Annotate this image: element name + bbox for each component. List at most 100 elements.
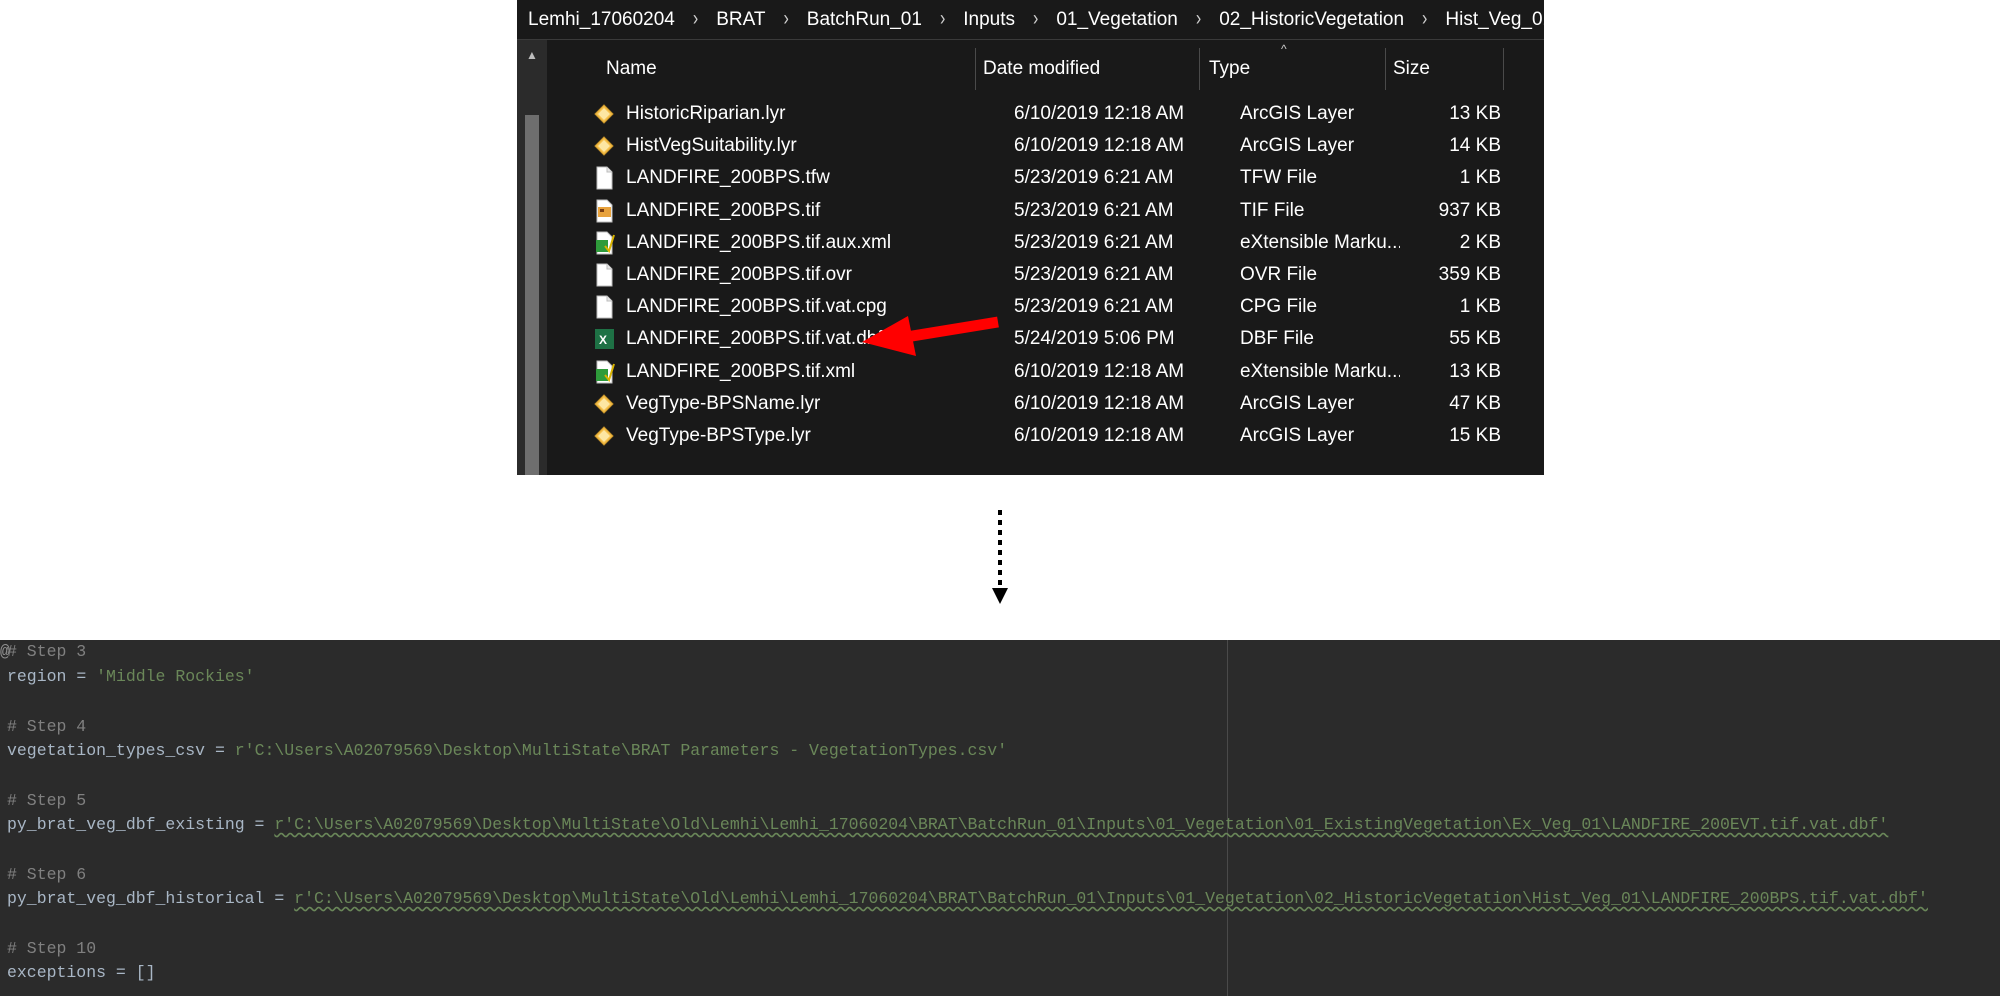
file-size: 13 KB (1449, 360, 1501, 382)
file-row[interactable]: LANDFIRE_200BPS.tif.xml 6/10/2019 12:18 A… (547, 356, 1544, 388)
chevron-right-icon: › (783, 7, 789, 30)
file-date-modified: 6/10/2019 12:18 AM (1014, 135, 1185, 157)
code-line: # Step 3 (7, 642, 86, 661)
file-row[interactable]: HistoricRiparian.lyr 6/10/2019 12:18 AM Ar… (547, 98, 1544, 130)
file-size: 47 KB (1449, 392, 1501, 414)
file-name: VegType-BPSName.lyr (626, 392, 821, 414)
image-file-icon (593, 199, 615, 223)
file-date-modified: 5/23/2019 6:21 AM (1014, 167, 1174, 189)
file-name: HistoricRiparian.lyr (626, 103, 786, 124)
code-line: py_brat_veg_dbf_existing = r'C:\Users\A0… (7, 815, 1889, 834)
breadcrumb-item-current[interactable]: Hist_Veg_01 (1445, 9, 1544, 31)
column-divider[interactable] (975, 48, 976, 90)
variable-name: exceptions (7, 963, 107, 982)
string-literal: r'C:\Users\A02079569\Desktop\MultiState\… (294, 889, 1928, 908)
excel-file-icon: X (593, 327, 615, 351)
code-line: # Step 6 (7, 865, 86, 884)
file-row[interactable]: LANDFIRE_200BPS.tif.vat.cpg 5/23/2019 6:2… (547, 291, 1544, 323)
file-row[interactable]: LANDFIRE_200BPS.tif.ovr 5/23/2019 6:21 AM… (547, 259, 1544, 291)
svg-text:X: X (599, 333, 607, 347)
breadcrumb-item[interactable]: BatchRun_01 (807, 9, 922, 31)
breadcrumb-item[interactable]: BRAT (716, 9, 765, 31)
file-size: 14 KB (1449, 135, 1501, 157)
code-line: vegetation_types_csv = r'C:\Users\A02079… (7, 741, 1008, 760)
layer-icon (593, 424, 615, 448)
file-date-modified: 5/23/2019 6:21 AM (1014, 296, 1174, 318)
code-line: # Step 10 (7, 939, 96, 958)
file-size: 359 KB (1438, 264, 1501, 285)
column-header-name[interactable]: Name (606, 58, 657, 80)
file-name: LANDFIRE_200BPS.tif (626, 199, 821, 221)
file-type: eXtensible Marku... (1240, 360, 1400, 382)
file-size: 1 KB (1459, 296, 1501, 318)
code-editor[interactable]: @ # Step 3 region = 'Middle Rockies' # S… (0, 640, 2000, 996)
file-size: 13 KB (1449, 103, 1501, 124)
scroll-up-icon[interactable]: ▲ (517, 40, 547, 70)
xml-file-icon (593, 231, 615, 255)
breadcrumb-item[interactable]: 02_HistoricVegetation (1219, 9, 1404, 31)
file-type: TIF File (1240, 199, 1305, 221)
file-row[interactable]: X LANDFIRE_200BPS.tif.vat.dbf 5/24/2019 5:… (547, 323, 1544, 355)
file-size: 937 KB (1438, 199, 1501, 221)
file-date-modified: 6/10/2019 12:18 AM (1014, 360, 1185, 382)
file-date-modified: 5/23/2019 6:21 AM (1014, 199, 1174, 221)
file-row[interactable]: LANDFIRE_200BPS.tif.aux.xml 5/23/2019 6:2… (547, 227, 1544, 259)
file-type: DBF File (1240, 328, 1314, 350)
variable-name: vegetation_types_csv (7, 741, 206, 760)
chevron-right-icon: › (1422, 7, 1428, 30)
breadcrumb-item[interactable]: 01_Vegetation (1056, 9, 1178, 31)
file-name: HistVegSuitability.lyr (626, 135, 797, 157)
chevron-right-icon: › (939, 7, 946, 30)
dotted-down-arrow-icon (992, 510, 1008, 604)
file-explorer-window: Lemhi_17060204 › BRAT › BatchRun_01 › In… (517, 0, 1544, 475)
code-line: exceptions = [] (7, 963, 156, 982)
file-name: LANDFIRE_200BPS.tfw (626, 167, 830, 189)
blank-file-icon (593, 263, 615, 287)
file-name: LANDFIRE_200BPS.tif.vat.cpg (626, 296, 887, 318)
file-name: LANDFIRE_200BPS.tif.ovr (626, 264, 852, 285)
file-size: 2 KB (1459, 231, 1501, 253)
column-divider[interactable] (1385, 48, 1386, 90)
sort-ascending-icon: ^ (1281, 42, 1287, 56)
column-headers: Name ^ Date modified Type Size (547, 40, 1544, 98)
chevron-right-icon: › (692, 7, 699, 30)
column-header-type[interactable]: Type (1209, 58, 1250, 80)
file-date-modified: 6/10/2019 12:18 AM (1014, 103, 1185, 124)
column-header-date[interactable]: Date modified (983, 58, 1100, 80)
column-header-size[interactable]: Size (1393, 58, 1430, 80)
string-literal: 'Middle Rockies' (96, 667, 255, 686)
column-divider[interactable] (1503, 48, 1504, 90)
file-row[interactable]: LANDFIRE_200BPS.tfw 5/23/2019 6:21 AM TFW … (547, 162, 1544, 194)
code-line: region = 'Middle Rockies' (7, 667, 255, 686)
chevron-right-icon: › (1033, 7, 1039, 30)
file-row[interactable]: LANDFIRE_200BPS.tif 5/23/2019 6:21 AM TIF … (547, 195, 1544, 227)
blank-file-icon (593, 295, 615, 319)
scrollbar-thumb[interactable] (525, 115, 539, 475)
file-date-modified: 6/10/2019 12:18 AM (1014, 392, 1185, 414)
breadcrumb-item[interactable]: Inputs (963, 9, 1015, 31)
file-name: LANDFIRE_200BPS.tif.xml (626, 360, 856, 382)
file-row[interactable]: HistVegSuitability.lyr 6/10/2019 12:18 AM… (547, 130, 1544, 162)
list-literal: [] (135, 963, 156, 982)
layer-icon (593, 392, 615, 416)
layer-icon (593, 102, 615, 126)
file-size: 1 KB (1459, 167, 1501, 189)
string-literal: r'C:\Users\A02079569\Desktop\MultiState\… (274, 815, 1889, 834)
file-row[interactable]: VegType-BPSType.lyr 6/10/2019 12:18 AM Arc… (547, 420, 1544, 452)
file-date-modified: 5/23/2019 6:21 AM (1014, 231, 1174, 253)
file-name: LANDFIRE_200BPS.tif.vat.dbf (626, 328, 883, 350)
code-line: # Step 4 (7, 717, 86, 736)
column-divider[interactable] (1199, 48, 1200, 90)
vertical-scrollbar[interactable]: ▲ (517, 40, 547, 475)
file-size: 15 KB (1449, 425, 1501, 446)
breadcrumb-item[interactable]: Lemhi_17060204 (528, 9, 675, 31)
comment: # Step 4 (7, 717, 87, 736)
string-literal: r'C:\Users\A02079569\Desktop\MultiState\… (234, 741, 1008, 760)
file-name: LANDFIRE_200BPS.tif.aux.xml (626, 231, 892, 253)
variable-name: region (7, 667, 67, 686)
file-row[interactable]: VegType-BPSName.lyr 6/10/2019 12:18 AM Arc… (547, 388, 1544, 420)
comment: # Step 6 (7, 865, 87, 884)
file-date-modified: 6/10/2019 12:18 AM (1014, 425, 1185, 446)
file-type: CPG File (1240, 296, 1318, 318)
file-name: VegType-BPSType.lyr (626, 425, 811, 446)
